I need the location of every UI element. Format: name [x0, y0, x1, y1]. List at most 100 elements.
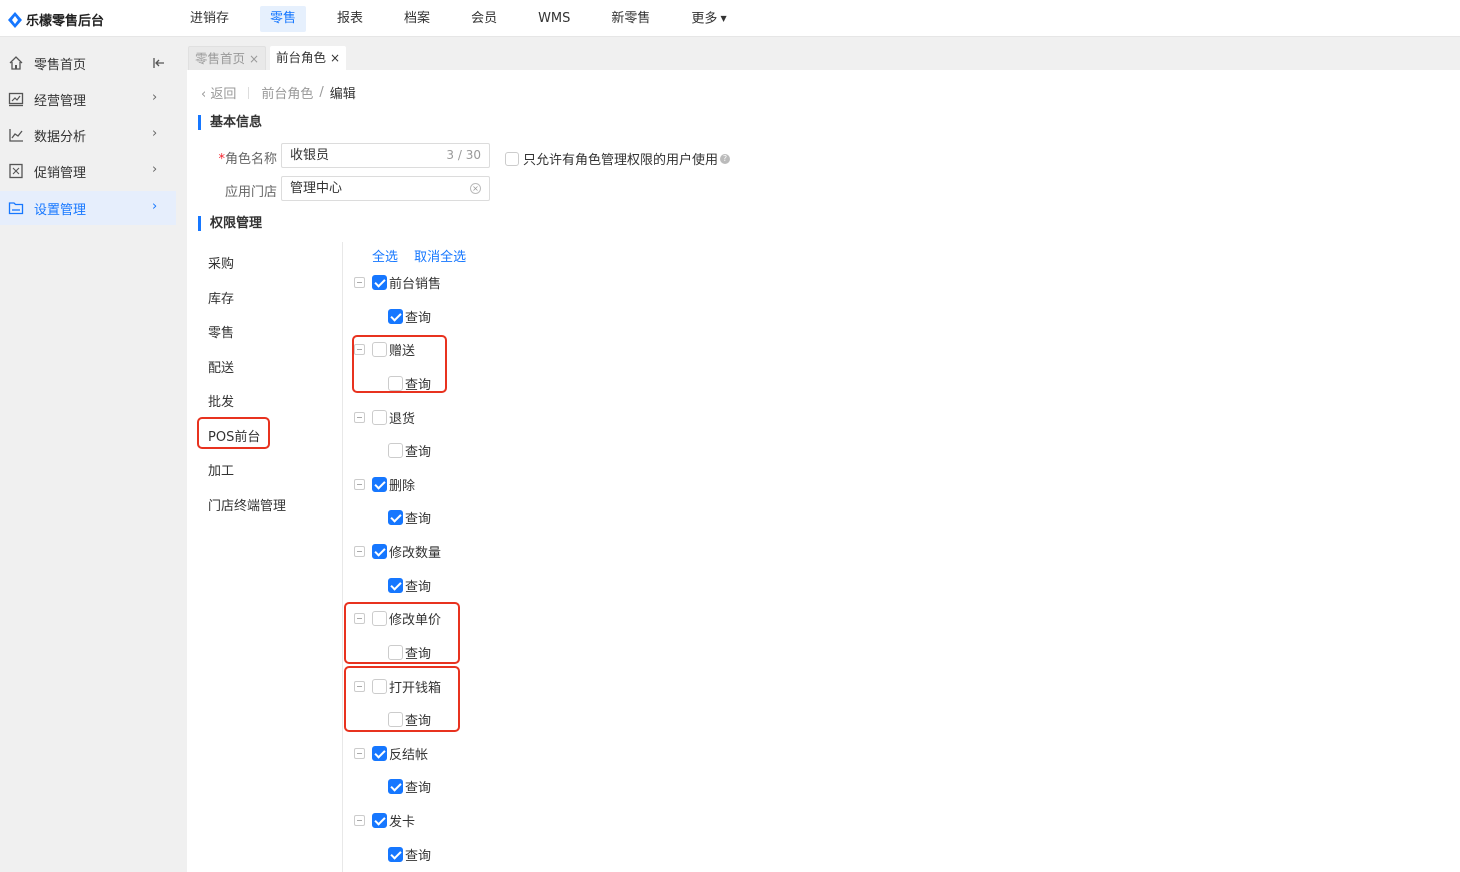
perm-label: 查询	[405, 849, 432, 864]
category-inventory[interactable]: 库存	[208, 288, 234, 307]
category-purchase[interactable]: 采购	[208, 253, 234, 272]
collapse-toggle-icon[interactable]	[354, 277, 365, 288]
store-select[interactable]: 管理中心 ×	[281, 176, 490, 201]
perm-group-row: 删除	[354, 475, 415, 494]
perm-label: 查询	[405, 445, 432, 460]
sidebar-item-settings[interactable]: 设置管理 ›	[0, 191, 176, 225]
only-role-admin-checkbox[interactable]	[505, 151, 519, 166]
breadcrumb: ‹ 返回 前台角色 / 编辑	[201, 83, 356, 102]
topnav-item-jinxiaocun[interactable]: 进销存	[180, 6, 239, 32]
chevron-right-icon: ›	[152, 90, 158, 105]
back-link[interactable]: ‹ 返回	[201, 83, 236, 102]
perm-checkbox[interactable]	[372, 544, 387, 559]
dashboard-icon	[8, 92, 24, 107]
perm-child-row: 查询	[388, 307, 431, 326]
perm-label: 退货	[389, 412, 416, 427]
category-store-terminal[interactable]: 门店终端管理	[208, 495, 286, 514]
collapse-toggle-icon[interactable]	[354, 748, 365, 759]
perm-checkbox[interactable]	[388, 309, 403, 324]
main-content: ‹ 返回 前台角色 / 编辑 基本信息 *角色名称 收银员 3 / 30 只允许…	[187, 70, 1460, 872]
sidebar-item-operations[interactable]: 经营管理 ›	[0, 82, 176, 116]
collapse-icon[interactable]	[152, 56, 166, 70]
breadcrumb-divider	[248, 86, 250, 99]
perm-child-row: 查询	[388, 508, 431, 527]
topnav-item-member[interactable]: 会员	[461, 6, 507, 32]
tab-frontdesk-role[interactable]: 前台角色 ×	[270, 46, 347, 70]
top-bar: 乐檬零售后台 进销存 零售 报表 档案 会员 WMS 新零售 更多 ▼	[0, 0, 1460, 37]
sidebar-item-label: 设置管理	[34, 203, 87, 218]
sidebar-item-data-analysis[interactable]: 数据分析 ›	[0, 118, 176, 152]
role-name-input[interactable]: 收银员 3 / 30	[281, 143, 490, 168]
app-logo[interactable]: 乐檬零售后台	[8, 10, 104, 29]
role-name-label-text: 角色名称	[224, 152, 277, 167]
perm-checkbox[interactable]	[388, 847, 403, 862]
deselect-all-link[interactable]: 取消全选	[414, 250, 466, 265]
perm-checkbox[interactable]	[388, 510, 403, 525]
perm-label: 前台销售	[389, 277, 442, 292]
perm-checkbox[interactable]	[372, 477, 387, 492]
perm-checkbox[interactable]	[388, 779, 403, 794]
select-links: 全选 取消全选	[372, 246, 478, 265]
perm-label: 发卡	[389, 815, 416, 830]
store-label: 应用门店	[224, 185, 277, 200]
perm-group-row: 退货	[354, 408, 415, 427]
tab-retail-home[interactable]: 零售首页 ×	[188, 46, 267, 70]
perm-label: 删除	[389, 479, 416, 494]
promotion-icon	[9, 163, 23, 179]
close-icon[interactable]: ×	[330, 51, 340, 65]
perm-child-row: 查询	[388, 845, 431, 864]
perm-label: 修改数量	[389, 546, 442, 561]
topnav-item-reports[interactable]: 报表	[327, 6, 373, 32]
only-role-admin-option[interactable]: 只允许有角色管理权限的用户使用 ?	[505, 149, 731, 168]
category-wholesale[interactable]: 批发	[208, 391, 234, 410]
brand-logo-icon	[8, 11, 22, 28]
sidebar-item-label: 促销管理	[34, 166, 87, 181]
perm-checkbox[interactable]	[388, 443, 403, 458]
highlight-box-gift	[352, 335, 447, 393]
top-nav: 进销存 零售 报表 档案 会员 WMS 新零售 更多 ▼	[180, 6, 758, 32]
breadcrumb-sep: /	[319, 85, 324, 100]
divider-vertical	[342, 242, 343, 872]
highlight-box-pos	[197, 417, 270, 449]
clear-icon[interactable]: ×	[470, 183, 481, 194]
topnav-item-new-retail[interactable]: 新零售	[601, 6, 660, 32]
section-title-permission: 权限管理	[198, 216, 262, 231]
breadcrumb-current: 编辑	[329, 87, 356, 102]
breadcrumb-parent[interactable]: 前台角色	[261, 83, 313, 102]
topnav-item-retail[interactable]: 零售	[260, 6, 307, 32]
collapse-toggle-icon[interactable]	[354, 479, 365, 490]
collapse-toggle-icon[interactable]	[354, 412, 365, 423]
folder-icon	[8, 202, 24, 215]
topnav-item-archive[interactable]: 档案	[394, 6, 440, 32]
char-counter: 3 / 30	[446, 148, 481, 162]
perm-checkbox[interactable]	[388, 578, 403, 593]
collapse-toggle-icon[interactable]	[354, 546, 365, 557]
sidebar-item-retail-home[interactable]: 零售首页	[0, 46, 176, 80]
perm-label: 查询	[405, 781, 432, 796]
highlight-box-cash-drawer	[344, 666, 460, 732]
tab-label: 前台角色	[276, 50, 327, 65]
tab-label: 零售首页	[195, 51, 246, 66]
sidebar-item-promotion[interactable]: 促销管理 ›	[0, 154, 176, 188]
line-chart-icon	[9, 129, 23, 142]
category-retail[interactable]: 零售	[208, 322, 234, 341]
app-title: 乐檬零售后台	[26, 14, 105, 29]
perm-checkbox[interactable]	[372, 813, 387, 828]
chevron-right-icon: ›	[152, 199, 158, 214]
close-icon[interactable]: ×	[249, 52, 259, 66]
perm-checkbox[interactable]	[372, 746, 387, 761]
perm-group-row: 前台销售	[354, 273, 441, 292]
collapse-toggle-icon[interactable]	[354, 815, 365, 826]
perm-child-row: 查询	[388, 777, 431, 796]
perm-label: 查询	[405, 311, 432, 326]
help-icon[interactable]: ?	[720, 153, 731, 164]
perm-checkbox[interactable]	[372, 275, 387, 290]
perm-checkbox[interactable]	[372, 410, 387, 425]
perm-label: 查询	[405, 580, 432, 595]
topnav-item-more[interactable]: 更多 ▼	[681, 6, 736, 32]
category-distribution[interactable]: 配送	[208, 357, 234, 376]
select-all-link[interactable]: 全选	[372, 250, 398, 265]
home-icon	[9, 56, 23, 70]
topnav-item-wms[interactable]: WMS	[528, 6, 580, 32]
category-processing[interactable]: 加工	[208, 460, 234, 479]
